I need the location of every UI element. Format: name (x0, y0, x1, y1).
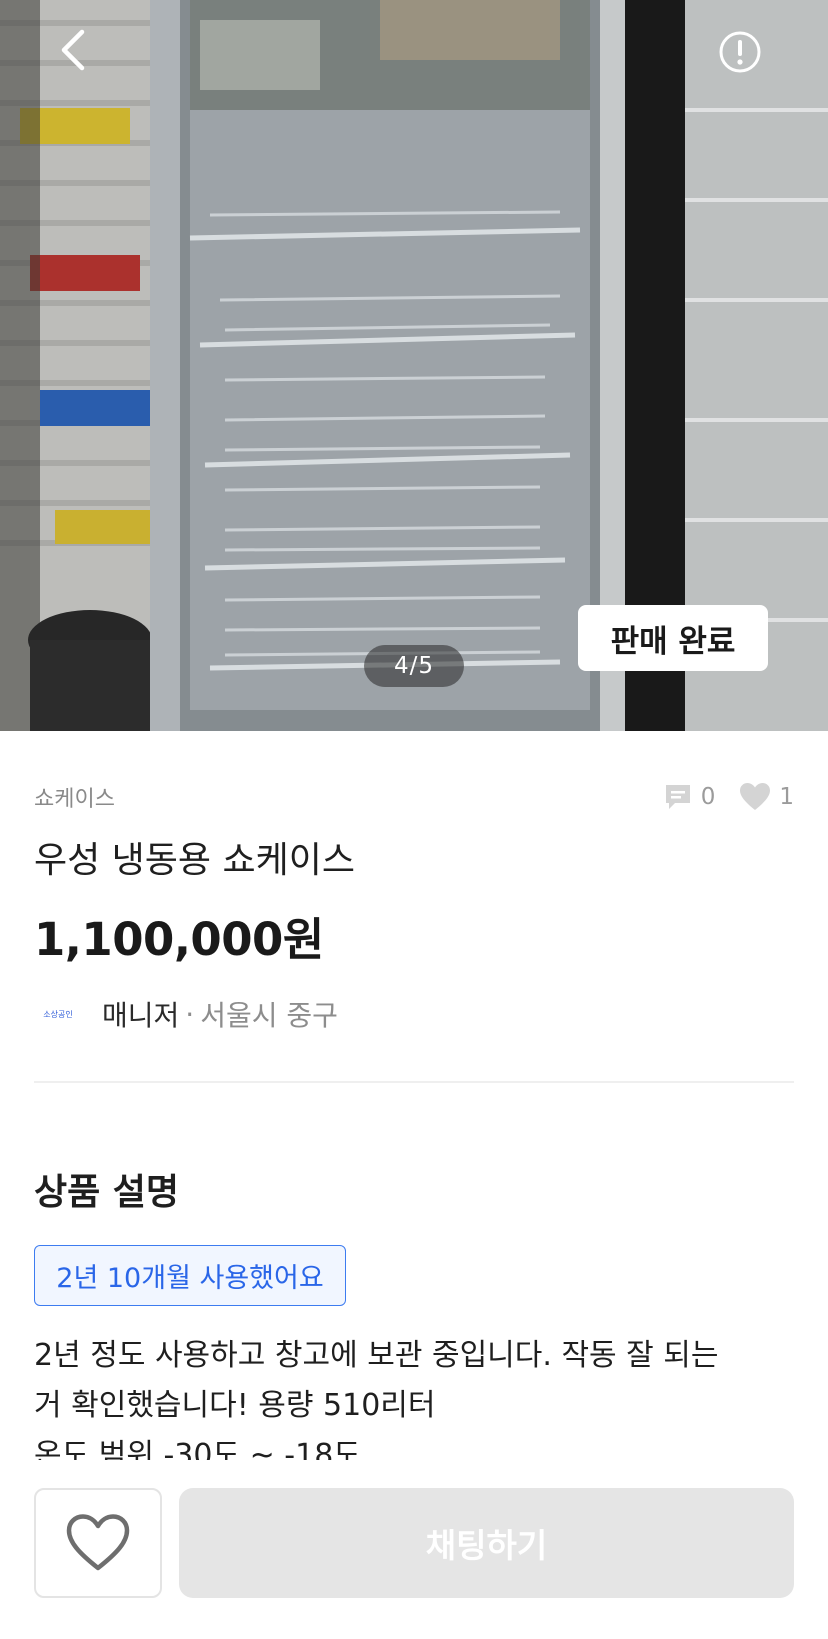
engagement-counts: 0 1 (663, 782, 794, 812)
product-price: 1,100,000원 (34, 913, 324, 966)
heart-icon (740, 783, 771, 810)
chevron-left-icon (61, 29, 85, 71)
product-photo[interactable]: 4/5 판매 완료 (0, 0, 828, 731)
chat-button[interactable]: 채팅하기 (179, 1488, 794, 1598)
divider (34, 1081, 794, 1083)
alert-circle-icon (719, 31, 761, 73)
seller-avatar: 소상공인 (43, 1009, 73, 1019)
report-button[interactable] (718, 30, 774, 86)
usage-period-tag: 2년 10개월 사용했어요 (34, 1245, 346, 1306)
heart-outline-icon (66, 1514, 130, 1571)
category-label[interactable]: 쇼케이스 (34, 781, 115, 813)
bottom-action-bar: 채팅하기 (0, 1460, 828, 1639)
seller-location: 서울시 중구 (200, 999, 338, 1032)
seller-name: 매니저 (102, 999, 180, 1032)
product-title: 우성 냉동용 쇼케이스 (34, 840, 355, 881)
comment-count: 0 (700, 784, 716, 810)
description-text: 2년 정도 사용하고 창고에 보관 중입니다. 작동 잘 되는 거 확인했습니다… (34, 1338, 719, 1461)
seller-info[interactable]: 소상공인 매니저 · 서울시 중구 (34, 993, 338, 1035)
comment-icon (665, 785, 690, 809)
sold-status-badge: 판매 완료 (578, 605, 768, 671)
seller-separator: · (185, 997, 195, 1031)
like-button[interactable] (34, 1488, 162, 1598)
product-detail-page: 4/5 판매 완료 쇼케이스 0 1 우성 냉동용 쇼케이스 1,100,000… (0, 0, 828, 1639)
description-section-title: 상품 설명 (34, 1172, 180, 1213)
back-button[interactable] (58, 28, 108, 84)
meta-row: 쇼케이스 0 1 (34, 777, 794, 817)
like-count: 1 (779, 784, 794, 810)
photo-counter: 4/5 (364, 645, 464, 687)
